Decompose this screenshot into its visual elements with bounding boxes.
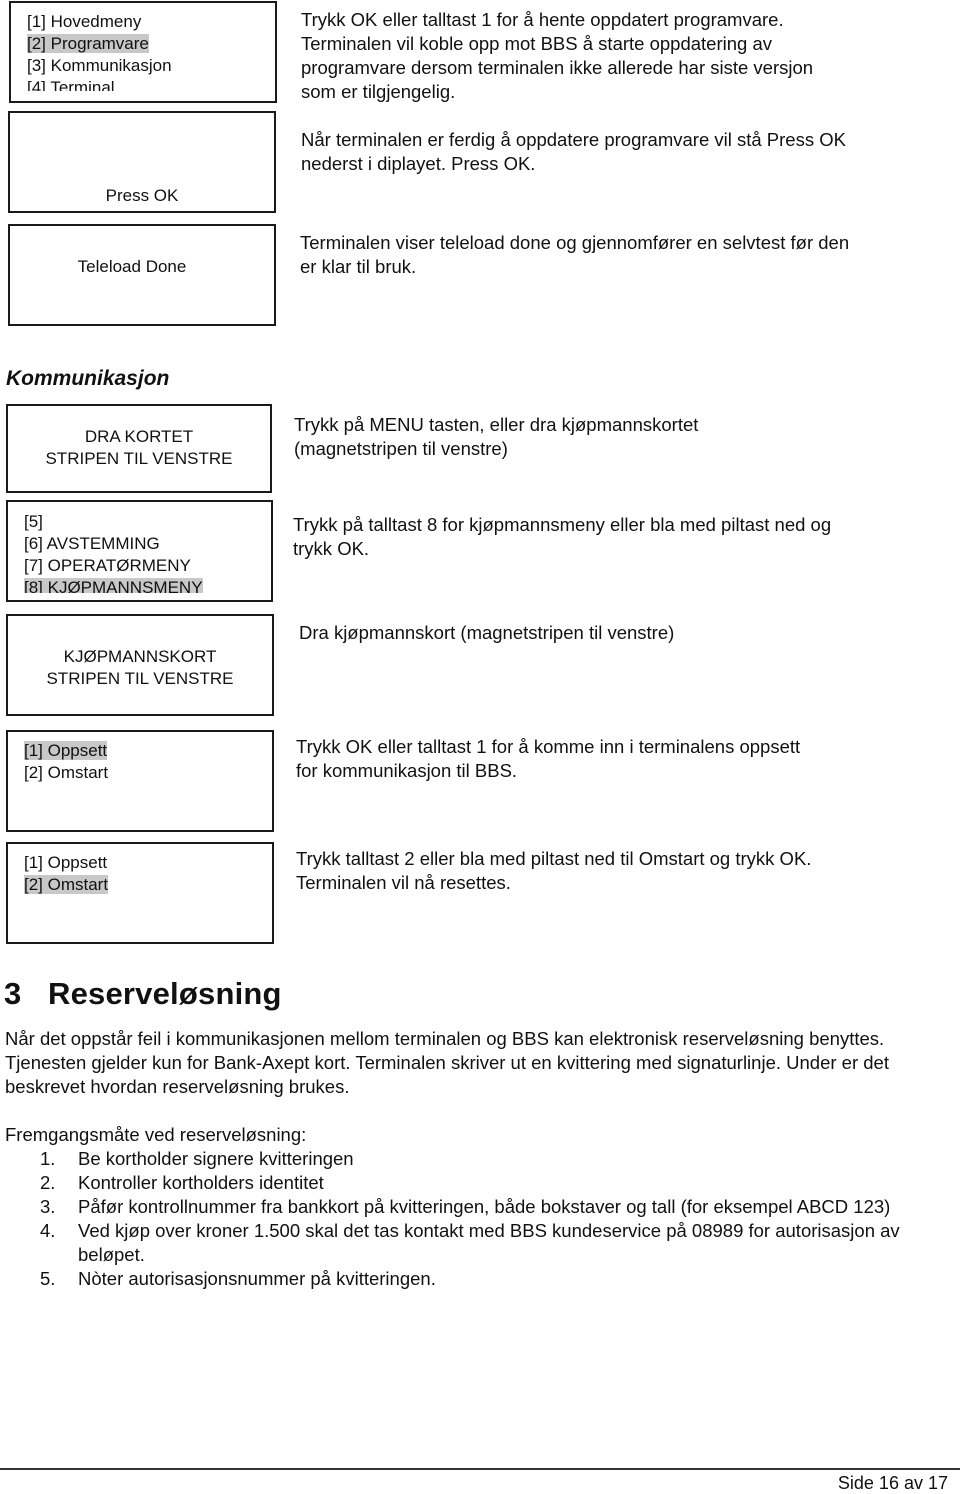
menu-item-avstemming: [6] AVSTEMMING xyxy=(24,534,160,553)
terminal-screen-dra-kortet: DRA KORTET STRIPEN TIL VENSTRE xyxy=(6,404,272,493)
screen-text-line-1: KJØPMANNSKORT xyxy=(63,647,217,666)
screen-text-teleload-done: Teleload Done xyxy=(77,257,187,276)
menu-item-kommunikasjon: [3] Kommunikasjon xyxy=(27,56,172,75)
menu-item-oppsett: [1] Oppsett xyxy=(24,741,108,760)
procedure-steps-list: 1. Be kortholder signere kvitteringen 2. K… xyxy=(0,1147,955,1291)
screen-text-press-ok: Press OK xyxy=(105,186,179,205)
step-description-oppsett: Trykk OK eller talltast 1 for å komme in… xyxy=(296,736,801,781)
procedure-step: 1. Be kortholder signere kvitteringen xyxy=(40,1148,354,1169)
terminal-screen-omstart-selected: [1] Oppsett [2] Omstart xyxy=(6,842,274,944)
screen-text-line-2: STRIPEN TIL VENSTRE xyxy=(46,669,234,688)
menu-item-omstart: [2] Omstart xyxy=(24,875,109,894)
step-description-menu-tasten: Trykk på MENU tasten, eller dra kjøpmann… xyxy=(294,414,699,459)
procedure-step: 4. Ved kjøp over kroner 1.500 skal det ta… xyxy=(40,1220,900,1265)
footer-divider xyxy=(0,1468,960,1470)
terminal-screen-press-ok: Press OK xyxy=(8,111,276,213)
terminal-screen-operator-menu: [5] [6] AVSTEMMING [7] OPERATØRMENY [8] … xyxy=(6,500,273,602)
procedure-step: 2. Kontroller kortholders identitet xyxy=(40,1172,324,1193)
reserve-intro-paragraph: Når det oppstår feil i kommunikasjonen m… xyxy=(5,1028,889,1097)
procedure-step: 3. Påfør kontrollnummer fra bankkort på k… xyxy=(40,1196,891,1217)
step-description-omstart: Trykk talltast 2 eller bla med piltast n… xyxy=(296,848,812,893)
screen-text-line-1: DRA KORTET xyxy=(84,427,194,446)
step-description-kjopmannsmeny: Trykk på talltast 8 for kjøpmannsmeny el… xyxy=(293,514,832,559)
menu-item-operatormeny: [7] OPERATØRMENY xyxy=(24,556,191,575)
screen-text-line-2: STRIPEN TIL VENSTRE xyxy=(45,449,233,468)
menu-item-omstart: [2] Omstart xyxy=(24,763,109,782)
procedure-step: 5. Nòter autorisasjonsnummer på kvitterin… xyxy=(40,1268,436,1289)
chapter-title: Reserveløsning xyxy=(48,976,282,1011)
menu-item-oppsett: [1] Oppsett xyxy=(24,853,108,872)
menu-item-programvare: [2] Programvare xyxy=(27,34,149,53)
chapter-number: 3 xyxy=(4,976,22,1011)
chapter-heading-reservelosning: 3 Reserveløsning xyxy=(4,976,282,1012)
terminal-screen-oppsett-selected: [1] Oppsett [2] Omstart xyxy=(6,730,274,832)
menu-item-kjopmannsmeny: [8] KJØPMANNSMENY xyxy=(24,578,203,593)
step-description-hente-programvare: Trykk OK eller talltast 1 for å hente op… xyxy=(301,9,814,102)
terminal-screen-main-menu: [1] Hovedmeny [2] Programvare [3] Kommun… xyxy=(9,1,277,103)
step-description-dra-kjopmannskort: Dra kjøpmannskort (magnetstripen til ven… xyxy=(299,622,675,643)
page-number: Side 16 av 17 xyxy=(837,1473,948,1493)
terminal-screen-teleload-done: Teleload Done xyxy=(8,224,276,326)
step-description-teleload-done: Terminalen viser teleload done og gjenno… xyxy=(300,232,850,277)
terminal-screen-kjopmannskort: KJØPMANNSKORT STRIPEN TIL VENSTRE xyxy=(6,614,274,716)
menu-item-hovedmeny: [1] Hovedmeny xyxy=(27,12,142,31)
step-description-press-ok: Når terminalen er ferdig å oppdatere pro… xyxy=(301,129,846,174)
section-heading-kommunikasjon: Kommunikasjon xyxy=(6,367,170,390)
menu-item-terminal: [4] Terminal xyxy=(27,78,115,91)
procedure-label: Fremgangsmåte ved reserveløsning: xyxy=(5,1124,307,1145)
menu-item-5: [5] xyxy=(24,512,43,531)
